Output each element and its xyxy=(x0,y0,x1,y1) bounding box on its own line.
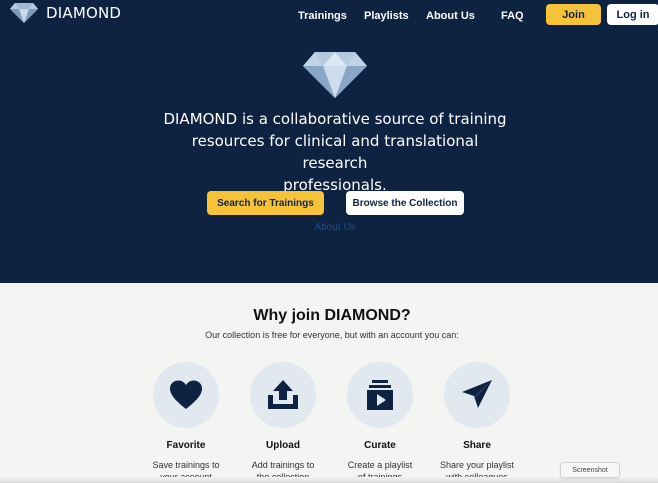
feature-favorite: Favorite Save trainings to your account xyxy=(141,362,231,483)
search-trainings-button[interactable]: Search for Trainings xyxy=(207,191,324,215)
feature-icon-circle xyxy=(250,362,316,428)
logo-text: DIAMOND xyxy=(46,4,122,22)
feature-icon-circle xyxy=(444,362,510,428)
feature-desc-line: Create a playlist xyxy=(347,460,413,470)
tagline-line: resources for clinical and translational… xyxy=(191,132,479,172)
join-button[interactable]: Join xyxy=(546,4,601,25)
feature-upload: Upload Add trainings to the collection xyxy=(238,362,328,483)
tagline-line: DIAMOND is a collaborative source of tra… xyxy=(163,110,507,128)
feature-icon-circle xyxy=(347,362,413,428)
upload-icon xyxy=(268,380,298,409)
site-logo[interactable]: DIAMOND xyxy=(10,3,121,23)
hero-tagline: DIAMOND is a collaborative source of tra… xyxy=(160,108,510,196)
hero-section: DIAMOND Trainings Playlists About Us FAQ… xyxy=(0,0,658,283)
feature-desc-line: Add trainings to xyxy=(251,460,315,470)
playlist-icon xyxy=(367,380,393,410)
feature-icon-circle xyxy=(153,362,219,428)
send-icon xyxy=(462,380,492,408)
feature-title: Share xyxy=(463,440,491,451)
diamond-hero-icon xyxy=(303,52,367,98)
feature-title: Curate xyxy=(364,440,396,451)
feature-desc-line: Save trainings to xyxy=(152,460,220,470)
nav-playlists-link[interactable]: Playlists xyxy=(364,10,409,22)
browse-collection-button[interactable]: Browse the Collection xyxy=(346,191,464,215)
feature-share: Share Share your playlist with colleague… xyxy=(432,362,522,483)
nav-faq-link[interactable]: FAQ xyxy=(501,10,524,22)
why-join-subtitle: Our collection is free for everyone, but… xyxy=(205,330,459,340)
nav-about-link[interactable]: About Us xyxy=(426,10,475,22)
hero-about-link[interactable]: About Us xyxy=(296,222,374,233)
feature-desc-line: Share your playlist xyxy=(439,460,515,470)
screenshot-tooltip: Screenshot xyxy=(560,462,620,478)
diamond-logo-icon xyxy=(10,3,38,23)
login-button[interactable]: Log in xyxy=(607,4,658,25)
feature-title: Upload xyxy=(266,440,300,451)
heart-icon xyxy=(170,380,202,409)
nav-trainings-link[interactable]: Trainings xyxy=(298,10,347,22)
feature-curate: Curate Create a playlist of trainings xyxy=(335,362,425,483)
feature-title: Favorite xyxy=(166,440,206,451)
why-join-title: Why join DIAMOND? xyxy=(253,307,411,324)
bottom-edge-shadow xyxy=(0,477,658,483)
